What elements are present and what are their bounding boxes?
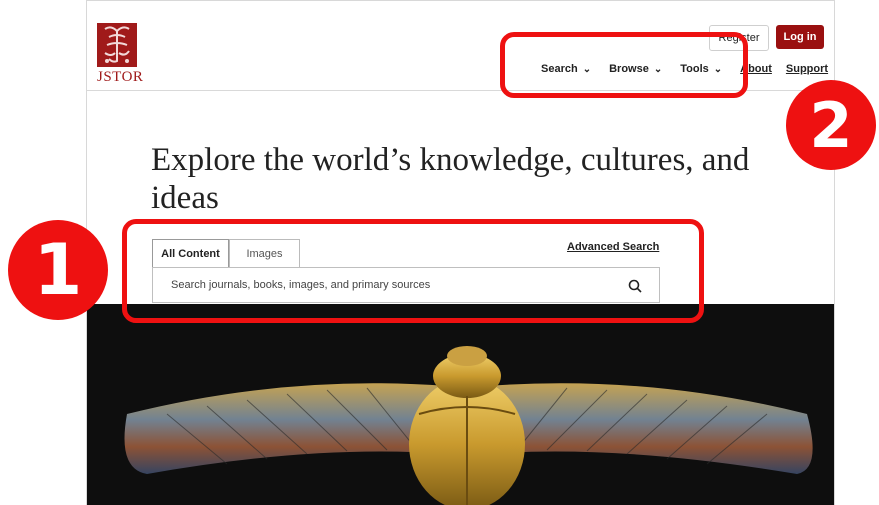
scarab-illustration [87, 304, 834, 505]
logo-text: JSTOR [97, 69, 144, 85]
page-headline: Explore the world’s knowledge, cultures,… [151, 142, 750, 216]
tab-all-content[interactable]: All Content [152, 239, 229, 267]
jstor-logo-mark-icon [97, 23, 137, 67]
jstor-logo[interactable]: JSTOR [97, 23, 144, 89]
login-button[interactable]: Log in [776, 25, 824, 49]
annotation-badge-2: 2 [786, 80, 876, 170]
annotation-box-nav [500, 32, 748, 98]
annotation-badge-1: 1 [8, 220, 108, 320]
hero-image-golden-scarab [87, 304, 834, 505]
nav-support-link[interactable]: Support [786, 63, 828, 75]
annotation-box-search [122, 219, 704, 323]
